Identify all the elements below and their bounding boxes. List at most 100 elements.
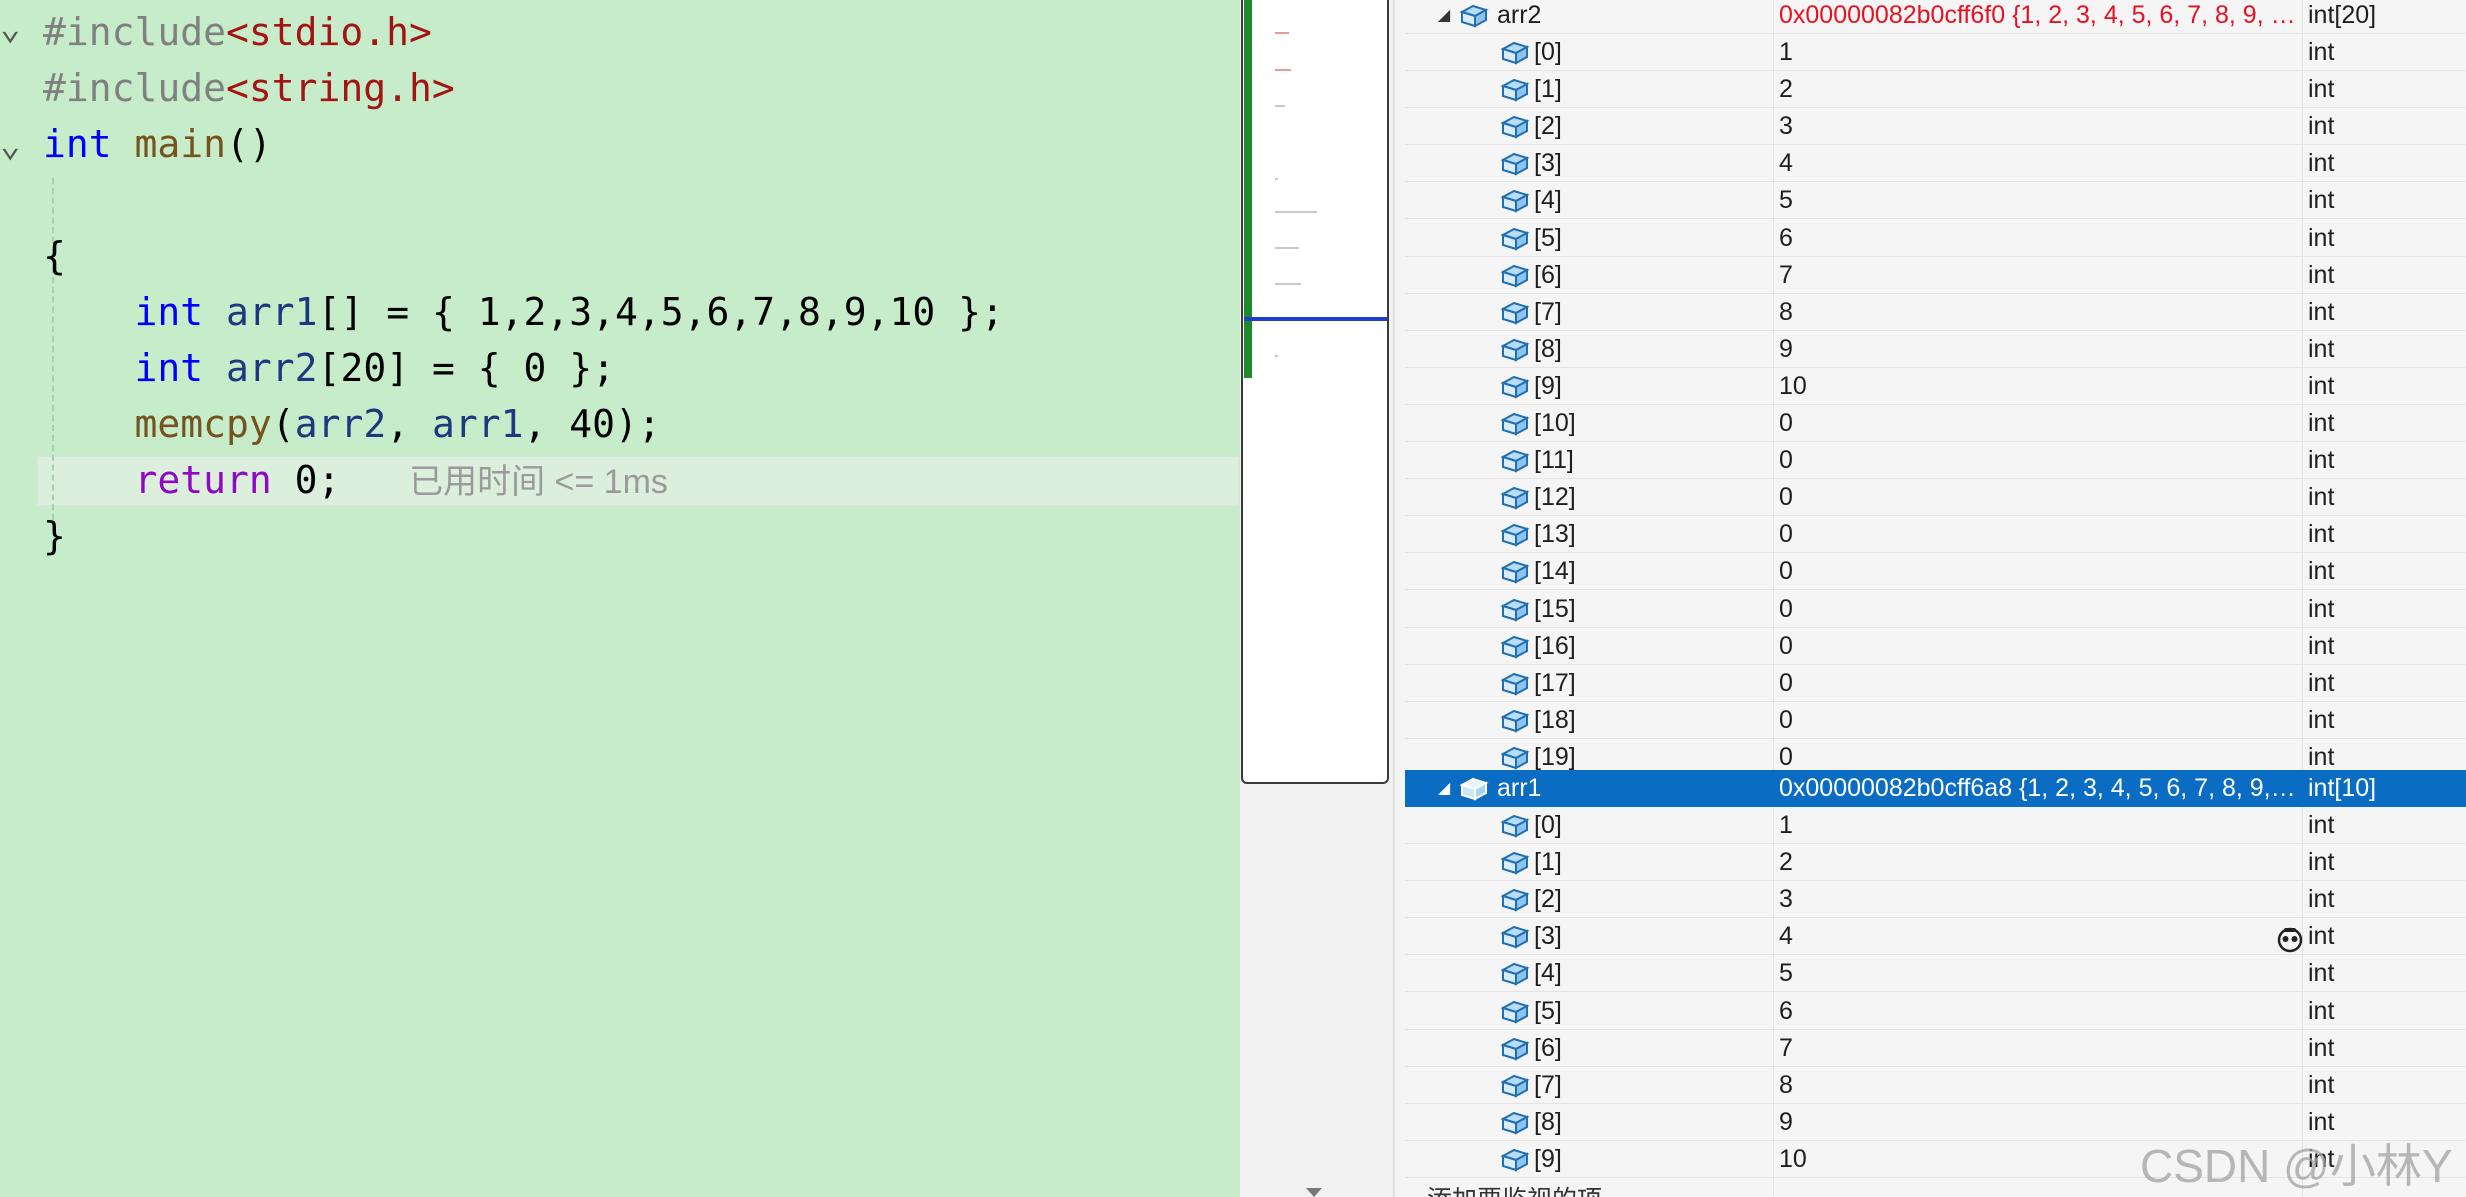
scroll-down-arrow-icon[interactable] (1306, 1188, 1322, 1197)
watch-row-element[interactable]: [0] 1 int (1405, 34, 2466, 71)
watch-value[interactable]: 0 (1779, 702, 2299, 739)
function-name: main (134, 122, 227, 166)
watch-value[interactable]: 1 (1779, 34, 2299, 71)
watch-row-element[interactable]: [2] 3 int (1405, 108, 2466, 146)
variable-icon (1500, 561, 1530, 585)
watch-value[interactable]: 8 (1779, 1067, 2299, 1104)
watch-value[interactable]: 0 (1779, 628, 2299, 665)
watch-type: int (2308, 885, 2335, 914)
watch-value[interactable]: 3 (1779, 108, 2299, 145)
watch-value[interactable]: 0 (1779, 405, 2299, 442)
watch-value[interactable]: 4 (1779, 918, 2299, 955)
watch-value[interactable]: 7 (1779, 1030, 2299, 1067)
watch-type: int (2308, 996, 2335, 1025)
code-line-6: int arr1[] = { 1,2,3,4,5,6,7,8,9,10 }; (134, 290, 1004, 334)
watch-row-element[interactable]: [3] 4 int (1405, 145, 2466, 183)
minimap-change-bar (1244, 0, 1252, 378)
variable-icon (1500, 153, 1530, 176)
keyword: int (134, 346, 204, 390)
minimap-line (1275, 105, 1285, 107)
pane-splitter[interactable] (1393, 0, 1395, 1197)
watch-row-element[interactable]: [13] 0 int (1405, 516, 2466, 554)
watch-value[interactable]: 0 (1779, 516, 2299, 553)
watch-row-element[interactable]: [1] 2 int (1405, 844, 2466, 882)
watch-value[interactable]: 6 (1779, 220, 2299, 257)
variable-icon (1500, 487, 1530, 510)
watch-row-element[interactable]: [3] 4 int (1405, 918, 2466, 956)
watch-row-element[interactable]: [1] 2 int (1405, 71, 2466, 109)
watch-value[interactable]: 0 (1779, 479, 2299, 516)
expand-arrow-icon[interactable]: ◢ (1435, 770, 1453, 807)
watch-row-element[interactable]: [5] 6 int (1405, 220, 2466, 257)
watch-row-element[interactable]: [6] 7 int (1405, 257, 2466, 294)
variable-icon (1500, 709, 1530, 733)
watch-value[interactable]: 2 (1779, 71, 2299, 108)
watch-value[interactable]: 5 (1779, 955, 2299, 992)
watch-value[interactable]: 9 (1779, 331, 2299, 368)
watch-row-element[interactable]: [9] 10 int (1405, 368, 2466, 405)
watch-row-element[interactable]: [7] 8 int (1405, 1067, 2466, 1104)
variable-icon (1500, 926, 1530, 949)
collapse-marker[interactable]: ⌄ (0, 125, 20, 165)
watch-row-element[interactable]: [16] 0 int (1405, 628, 2466, 665)
watch-row-element[interactable]: [15] 0 int (1405, 591, 2466, 628)
watch-row-element[interactable]: [8] 9 int (1405, 331, 2466, 368)
watch-value[interactable]: 0 (1779, 553, 2299, 590)
add-watch-item[interactable]: 添加要监视的项 (1427, 1180, 1602, 1197)
expand-arrow-icon[interactable]: ◢ (1435, 0, 1453, 34)
watch-row-element[interactable]: [6] 7 int (1405, 1030, 2466, 1067)
watch-row-element[interactable]: [2] 3 int (1405, 881, 2466, 919)
watch-row-element[interactable]: [5] 6 int (1405, 993, 2466, 1030)
watch-row-element[interactable]: [18] 0 int (1405, 702, 2466, 739)
watch-row-element[interactable]: [10] 0 int (1405, 405, 2466, 442)
watch-row-element[interactable]: [4] 5 int (1405, 182, 2466, 220)
watch-row-element[interactable]: [11] 0 int (1405, 442, 2466, 480)
variable-icon (1500, 450, 1530, 473)
minimap-line (1275, 283, 1301, 285)
watch-window[interactable]: ◢ arr2 0x00000082b0cff6f0 {1, 2, 3, 4, 5… (1405, 0, 2466, 1197)
watch-row-element[interactable]: [14] 0 int (1405, 553, 2466, 591)
watch-row-arr2[interactable]: ◢ arr2 0x00000082b0cff6f0 {1, 2, 3, 4, 5… (1405, 0, 2466, 34)
watch-type: int (2308, 186, 2335, 215)
watch-value[interactable]: 6 (1779, 993, 2299, 1030)
watch-name: arr2 (1497, 1, 1542, 29)
watch-row-element[interactable]: [17] 0 int (1405, 665, 2466, 702)
watch-name: [2] (1534, 885, 1562, 914)
watch-type: int (2308, 112, 2335, 141)
collapse-marker[interactable]: ⌄ (0, 8, 20, 48)
watch-row-element[interactable]: [7] 8 int (1405, 294, 2466, 331)
watch-type: int (2308, 334, 2335, 363)
watch-row-element[interactable]: [12] 0 int (1405, 479, 2466, 517)
watch-value[interactable]: 7 (1779, 257, 2299, 294)
watch-name: arr1 (1497, 774, 1542, 802)
watch-value[interactable]: 0 (1779, 665, 2299, 702)
watch-value[interactable]: 4 (1779, 145, 2299, 182)
watch-value[interactable]: 2 (1779, 844, 2299, 881)
variable-icon (1500, 814, 1530, 838)
code-editor[interactable]: ⌄ ⌄ #include<stdio.h> #include<string.h>… (0, 0, 1240, 1197)
code-line-9: return 0; 已用时间 <= 1ms (134, 458, 668, 502)
minimap-viewport[interactable] (1241, 0, 1389, 784)
variable-icon (1500, 79, 1530, 102)
watch-value[interactable]: 0x00000082b0cff6f0 {1, 2, 3, 4, 5, 6, 7,… (1779, 0, 2299, 34)
watch-value[interactable]: 0 (1779, 442, 2299, 479)
watch-type: int (2308, 297, 2335, 326)
watch-value[interactable]: 1 (1779, 807, 2299, 844)
watch-type: int (2308, 75, 2335, 104)
watch-row-arr1[interactable]: ◢ arr1 0x00000082b0cff6a8 {1, 2, 3, 4, 5… (1405, 770, 2466, 807)
watch-name: [7] (1534, 1070, 1562, 1099)
code-line-1: #include<stdio.h> (43, 4, 432, 60)
minimap-line (1275, 32, 1289, 34)
code-line-8: memcpy(arr2, arr1, 40); (134, 402, 661, 446)
watch-row-element[interactable]: [0] 1 int (1405, 807, 2466, 844)
watch-type: int (2308, 959, 2335, 988)
copilot-icon[interactable] (2275, 924, 2305, 954)
watch-value[interactable]: 5 (1779, 182, 2299, 219)
watch-value[interactable]: 0 (1779, 591, 2299, 628)
watch-value[interactable]: 3 (1779, 881, 2299, 918)
watch-value[interactable]: 0x00000082b0cff6a8 {1, 2, 3, 4, 5, 6, 7,… (1779, 770, 2299, 807)
watch-value[interactable]: 10 (1779, 368, 2299, 405)
watch-value[interactable]: 8 (1779, 294, 2299, 331)
watch-name: [10] (1534, 409, 1576, 437)
watch-row-element[interactable]: [4] 5 int (1405, 955, 2466, 993)
